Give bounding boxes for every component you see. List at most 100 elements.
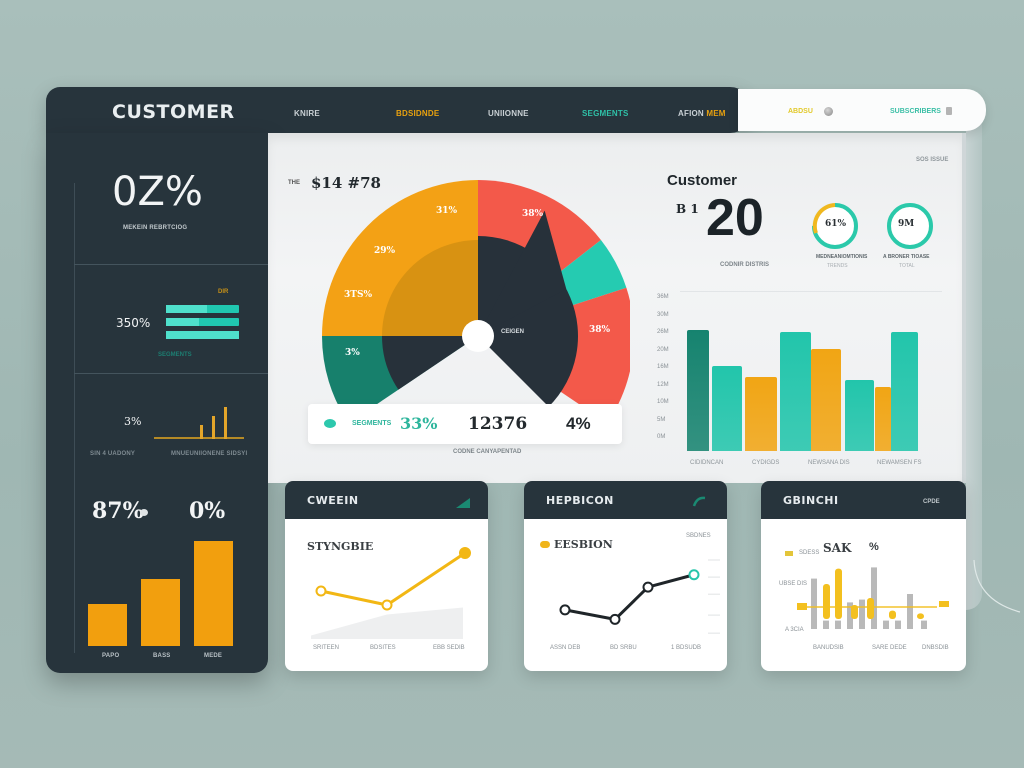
ring-caption-0: MEDNEANIOMTIONIS [816,254,868,260]
spark-bar [224,407,227,439]
card-title: CWEEIN [307,494,359,507]
y-axis-label: 36M [657,294,669,300]
card-header: CWEEIN [285,481,488,519]
sidebar-bar-chart [88,538,238,646]
bar-gray [883,620,889,629]
gauge-label: 3TS% [344,290,373,300]
divider [680,291,942,292]
data-point[interactable] [642,581,654,593]
bar [875,386,891,451]
main-bar-chart [687,330,921,451]
kpi-spark-value: 3% [124,415,142,428]
bar-gold [917,613,924,619]
document-icon[interactable] [946,107,952,115]
bar-gray [811,578,817,629]
sidebar-panel: 0Z% MEKEIN REBRTCIOG DIR 350% SEGMENTS 3… [46,133,268,673]
gauge-caption: CODNE CANYAPENTAD [453,449,522,455]
gauge-label: 29% [374,246,396,256]
x-axis-label: BANUDSIB [813,645,844,651]
globe-icon[interactable] [824,107,833,116]
kpi-left-value: 87% [92,498,144,524]
decorative-cable [973,560,1021,613]
data-point[interactable] [559,604,571,616]
y-axis-label: 26M [657,329,669,335]
y-axis-label: 20M [657,346,669,353]
card-title: GBINCHI [783,494,839,507]
bar [194,541,233,646]
nav-item-2[interactable]: UNIIONNE [488,109,529,118]
area-fill [311,607,463,639]
panel-edge [962,133,966,483]
info-icon[interactable] [140,509,148,516]
trend-line [564,573,695,622]
nav-item-3[interactable]: SEGMENTS [582,109,629,118]
bar-gray [835,620,841,629]
data-point[interactable] [315,585,327,597]
bar-gold [797,603,807,610]
gauge-inner-label: CEIGEN [501,329,525,335]
card-header: GBINCHI CPDE [761,481,966,519]
kpi-main-value: 0Z% [112,169,203,215]
y-axis-label: 12M [657,381,669,388]
ring-sub-0: TRENDS [827,263,848,269]
top-navigation-bar: CUSTOMER KNIRE BDSIDNDE UNIIONNE SEGMENT… [46,87,752,133]
y-axis-label: 16M [657,364,669,370]
sidebar-divider [74,264,268,265]
data-point[interactable] [609,613,621,625]
card-line-chart [311,547,471,639]
x-axis-label: DNBSDIB [922,645,949,651]
top-right-tag: SOS ISSUE [916,157,949,163]
data-point[interactable] [688,569,700,581]
data-point[interactable] [381,599,393,611]
gauge-label: 3% [345,348,360,358]
nav-label: SEGMENTS [582,109,629,118]
bar-label: PAPO [102,653,120,659]
signal-icon[interactable] [455,497,471,509]
ring-value-1: 9M [898,219,915,229]
bar-gray [823,620,829,629]
kpi-spark-caption-left: SIN 4 UADONY [90,451,136,457]
bar-gray [921,620,927,629]
bar-label: BASS [153,653,171,659]
background-frame [966,120,982,610]
legend-name: SEGMENTS [352,420,392,427]
sidebar-divider [74,373,268,374]
progress-bar [166,331,239,339]
x-axis-label: EBB SEDIB [433,645,465,651]
nav-item-1[interactable]: BDSIDNDE [396,109,439,118]
customer-prefix: B 1 [676,202,699,216]
bar-gold [889,610,896,619]
nav-item-4[interactable]: AFION MEM [678,109,726,118]
kpi-bars-caption: SEGMENTS [158,352,192,358]
gauge-label: 38% [589,325,611,335]
y-axis-label: 5M [657,416,666,423]
account-link[interactable]: ABDSU [788,108,813,115]
bar [141,578,180,646]
card-headline: SAK [823,541,852,555]
subscribers-link[interactable]: SUBSCRIBERS [890,108,941,115]
card-grouped-bars[interactable]: GBINCHI CPDE SDESS SAK % UBSE DIS A 3CIA… [761,481,966,671]
top-bar-right: ABDSU SUBSCRIBERS [738,89,986,131]
card-title: HEPBICON [546,494,614,507]
legend-share: 4% [566,414,591,433]
card-trend[interactable]: CWEEIN STYNGBIE SRITEEN BDSITES EBB SEDI… [285,481,488,671]
bar [811,349,841,451]
card-tag: SBDNES [686,533,711,539]
y-axis-label: 0M [657,434,666,440]
trend-line [320,551,466,607]
legend-label: SDESS [799,550,820,556]
card-regression[interactable]: HEPBICON EESBION SBDNES ASSN DEB BD SRBU… [524,481,727,671]
trend-icon[interactable] [692,495,706,507]
nav-item-0[interactable]: KNIRE [294,109,320,118]
kpi-main-caption: MEKEIN REBRTCIOG [123,225,188,231]
data-point[interactable] [459,547,471,559]
gauge-dark-segment [382,336,478,390]
x-axis-label: CIDIDNCAN [690,460,724,466]
x-axis-label: 1 BDSUDB [671,645,702,651]
customer-big-number: 20 [706,189,764,247]
x-axis-label: BD SRBU [610,645,637,651]
x-axis-label: NEWAMSEN FS [877,460,922,466]
bar-gray [859,599,865,629]
x-axis-label: SARE DEDE [872,645,907,651]
bar-gold [867,598,874,619]
